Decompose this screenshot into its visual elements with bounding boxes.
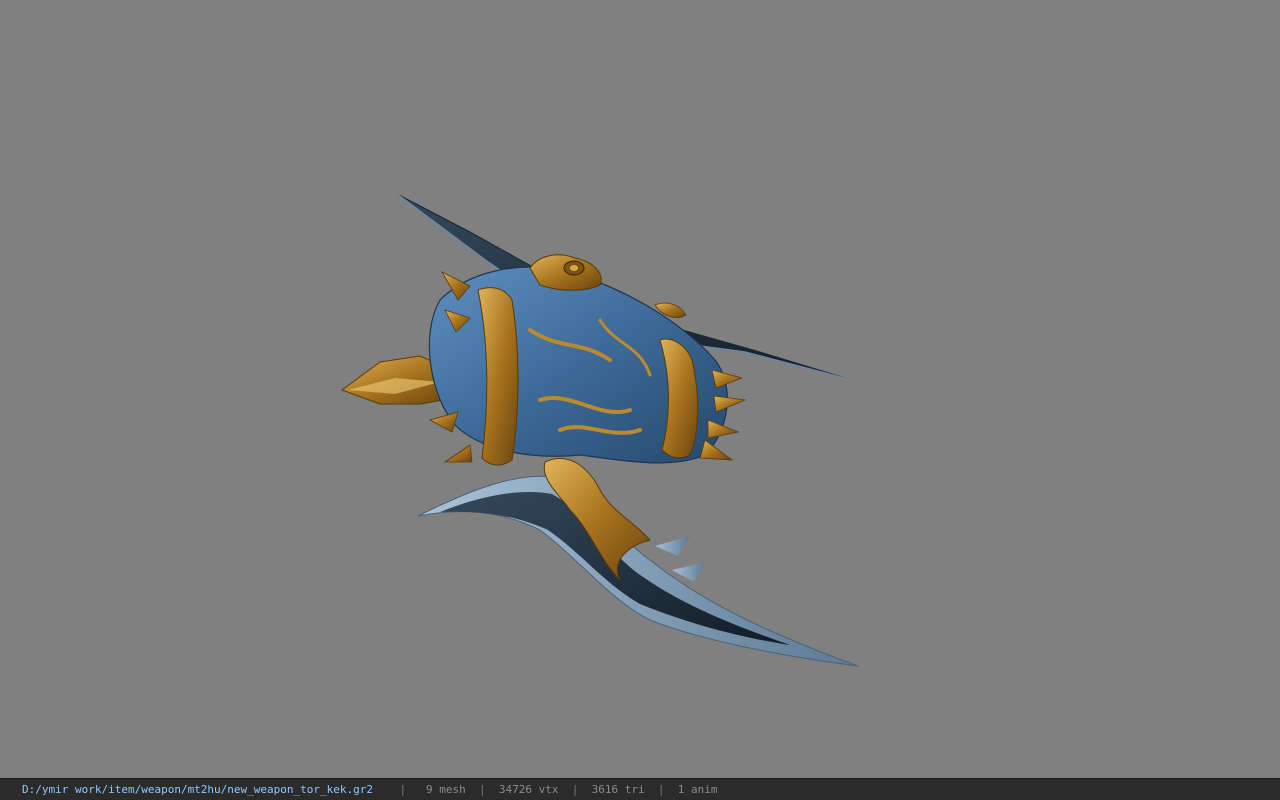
axe-head-body (428, 266, 728, 466)
weapon-model[interactable] (0, 0, 1280, 778)
3d-viewport[interactable] (0, 0, 1280, 778)
status-separator: | (466, 783, 499, 796)
status-separator: | (373, 783, 426, 796)
mesh-count-label: 9 mesh (426, 783, 466, 796)
status-separator: | (558, 783, 591, 796)
bottom-curved-blade (417, 457, 859, 667)
status-separator: | (645, 783, 678, 796)
triangle-count-label: 3616 tri (591, 783, 645, 796)
separator-glyph: | (479, 783, 486, 796)
status-bar: D:/ymir work/item/weapon/mt2hu/new_weapo… (0, 778, 1280, 800)
anim-count-label: 1 anim (677, 783, 718, 796)
separator-glyph: | (399, 783, 407, 796)
vertex-count-label: 34726 vtx (498, 783, 559, 796)
separator-glyph: | (657, 783, 665, 796)
file-path-label: D:/ymir work/item/weapon/mt2hu/new_weapo… (22, 783, 373, 796)
separator-glyph: | (571, 783, 579, 796)
